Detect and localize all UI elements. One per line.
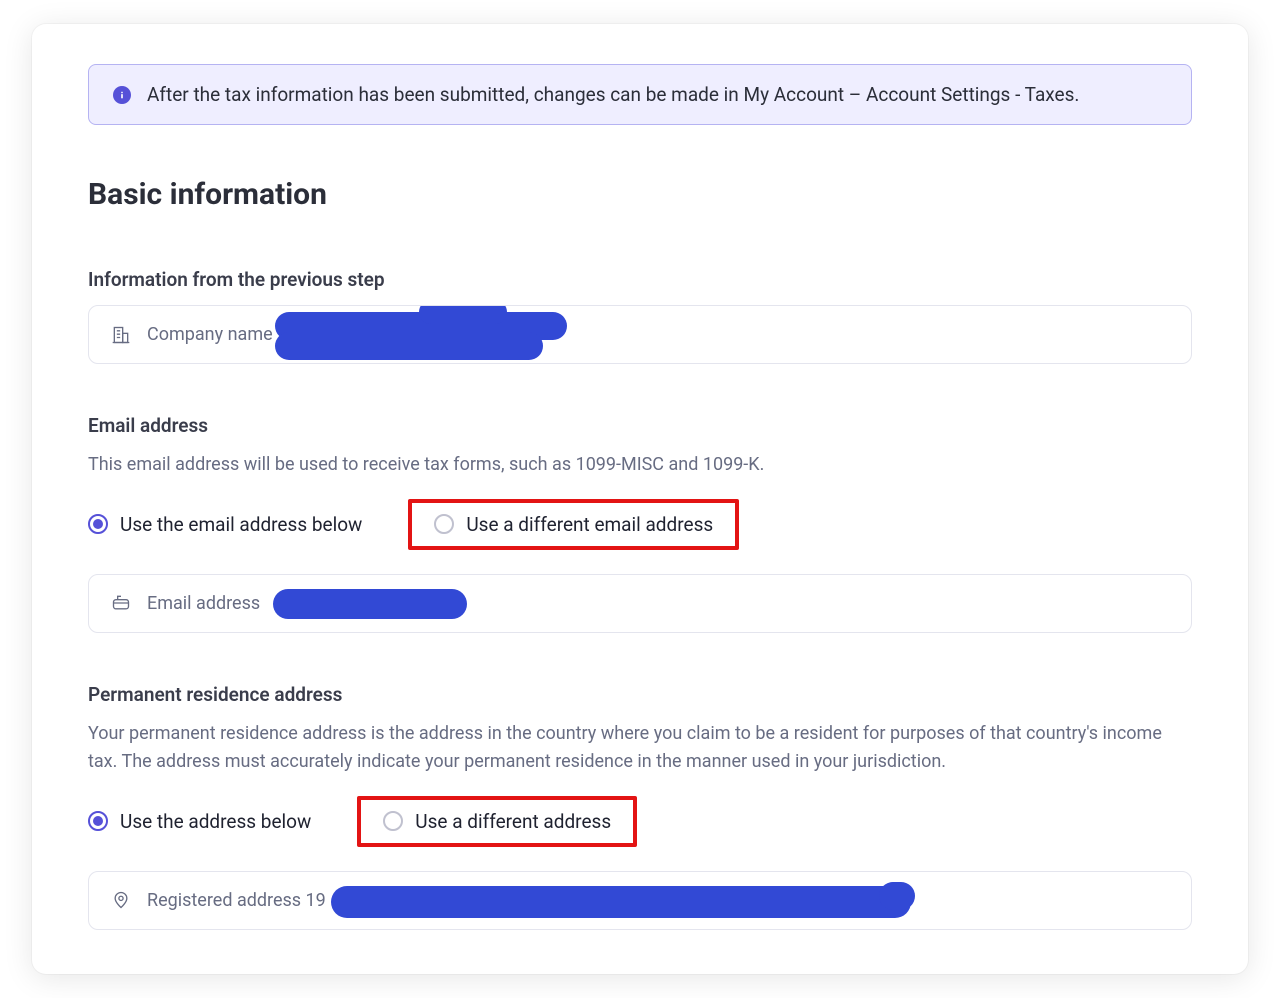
radio-email-use-below[interactable]: Use the email address below [88,513,362,536]
location-pin-icon [111,890,131,910]
radio-label: Use the email address below [120,513,362,536]
building-icon [111,325,131,345]
radio-email-use-different[interactable]: Use a different email address [408,499,739,550]
email-radio-group: Use the email address below Use a differ… [88,499,1192,550]
email-address-field: Email address [88,574,1192,633]
address-radio-group: Use the address below Use a different ad… [88,796,1192,847]
radio-address-use-different[interactable]: Use a different address [357,796,637,847]
radio-indicator [383,811,403,831]
company-name-label: Company name [147,324,273,345]
radio-label: Use the address below [120,810,311,833]
info-banner-text: After the tax information has been submi… [147,83,1079,106]
address-description: Your permanent residence address is the … [88,720,1192,776]
prev-step-heading: Information from the previous step [88,268,1192,291]
form-card: After the tax information has been submi… [32,24,1248,974]
mailbox-icon [111,593,131,613]
address-heading: Permanent residence address [88,683,1192,706]
registered-address-label: Registered address 19 [147,890,326,911]
radio-label: Use a different address [415,810,611,833]
radio-address-use-below[interactable]: Use the address below [88,810,311,833]
radio-indicator-selected [88,811,108,831]
page-title: Basic information [88,177,1192,212]
email-address-label: Email address [147,593,260,614]
company-name-field: Company name [88,305,1192,364]
info-banner: After the tax information has been submi… [88,64,1192,125]
info-icon [113,86,131,104]
email-heading: Email address [88,414,1192,437]
radio-indicator [434,514,454,534]
radio-label: Use a different email address [466,513,713,536]
registered-address-field: Registered address 19 [88,871,1192,930]
email-description: This email address will be used to recei… [88,451,1192,479]
radio-indicator-selected [88,514,108,534]
